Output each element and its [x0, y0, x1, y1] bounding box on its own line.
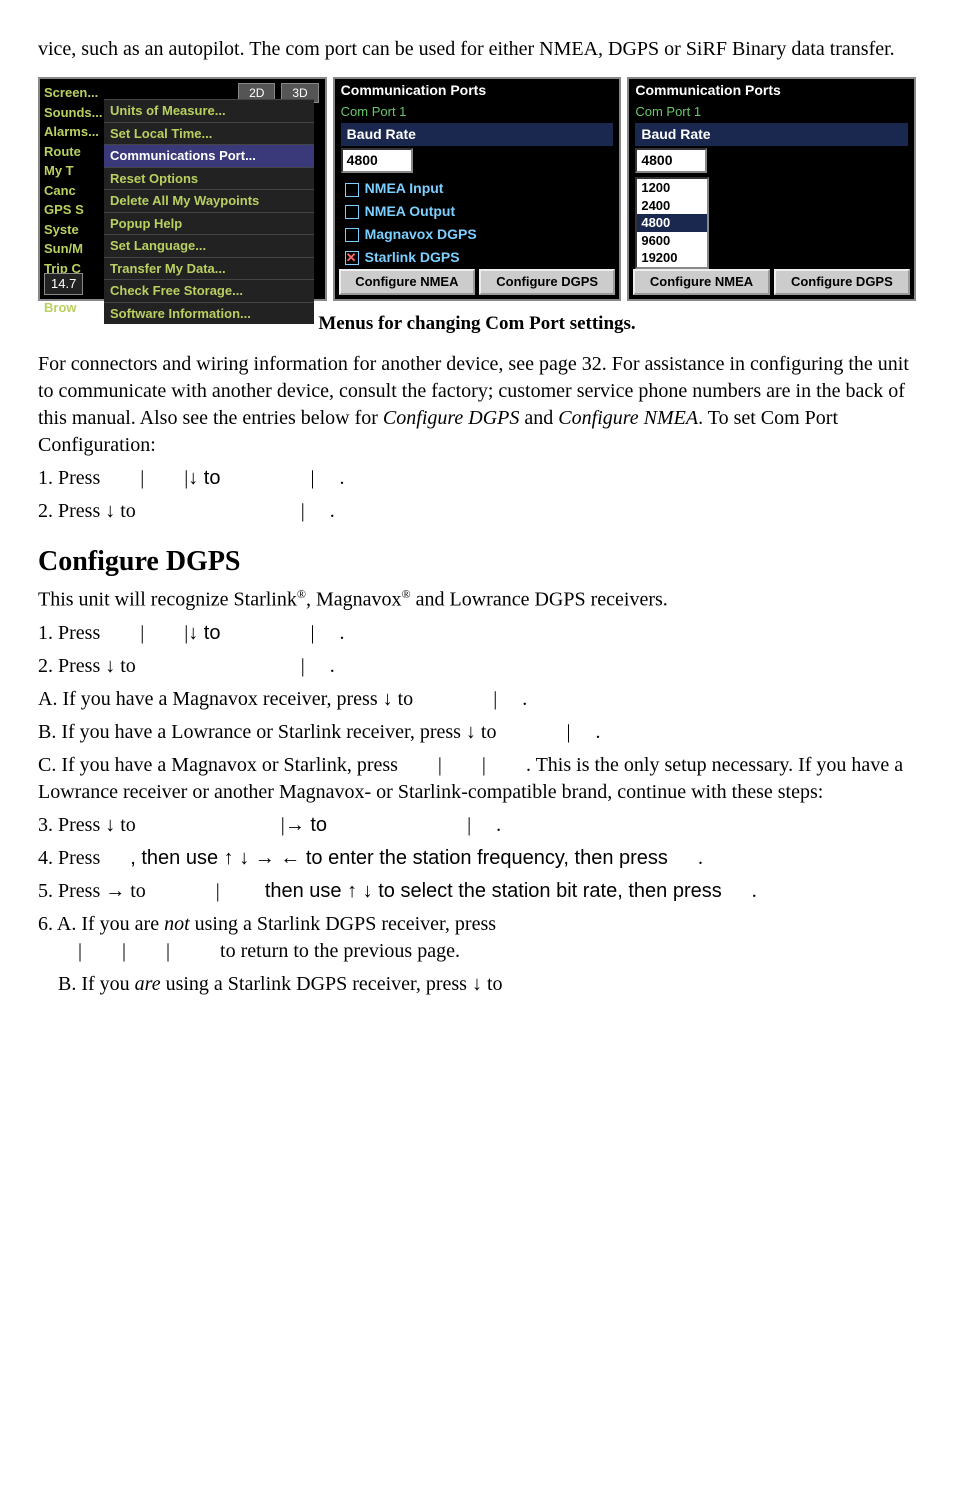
- menu-item[interactable]: Software Information...: [104, 302, 314, 325]
- cd-step-1: 1. Press | |↓ to | .: [38, 620, 916, 647]
- side-item[interactable]: Screen...: [44, 83, 102, 103]
- list-item-selected[interactable]: 4800: [637, 214, 707, 232]
- list-item[interactable]: 19200: [637, 249, 707, 267]
- list-item[interactable]: 2400: [637, 197, 707, 215]
- menu-item[interactable]: Set Local Time...: [104, 122, 314, 145]
- section-heading: Configure DGPS: [38, 543, 916, 581]
- checkbox-icon: [345, 228, 359, 242]
- cd-step-c: C. If you have a Magnavox or Starlink, p…: [38, 752, 916, 806]
- side-item[interactable]: Brow: [44, 298, 102, 318]
- baud-rate-listbox[interactable]: 1200 2400 4800 9600 19200: [635, 177, 709, 269]
- baud-rate-select[interactable]: 4800: [341, 148, 413, 173]
- section-intro: This unit will recognize Starlink®, Magn…: [38, 586, 916, 614]
- checkbox-icon: [345, 183, 359, 197]
- group-label: Com Port 1: [335, 102, 620, 122]
- configure-dgps-button[interactable]: Configure DGPS: [774, 269, 910, 295]
- menu-item[interactable]: Units of Measure...: [104, 99, 314, 122]
- list-item[interactable]: 1200: [637, 179, 707, 197]
- configure-dgps-button[interactable]: Configure DGPS: [479, 269, 615, 295]
- configure-nmea-button[interactable]: Configure NMEA: [339, 269, 475, 295]
- menu-item[interactable]: Delete All My Waypoints: [104, 189, 314, 212]
- screenshot-comport-checks: Communication Ports Com Port 1 Baud Rate…: [333, 77, 622, 301]
- menu-item-communications-port[interactable]: Communications Port...: [104, 144, 314, 167]
- configure-nmea-button[interactable]: Configure NMEA: [633, 269, 769, 295]
- menu-item[interactable]: Popup Help: [104, 212, 314, 235]
- list-item[interactable]: 9600: [637, 232, 707, 250]
- checkbox-icon: [345, 205, 359, 219]
- screenshot-menu: Screen... Sounds... Alarms... Route My T…: [38, 77, 327, 301]
- side-item[interactable]: My T: [44, 161, 102, 181]
- check-nmea-input[interactable]: NMEA Input: [335, 177, 620, 200]
- baud-rate-label: Baud Rate: [635, 123, 908, 146]
- side-item[interactable]: Sun/M: [44, 239, 102, 259]
- checkbox-checked-icon: [345, 251, 359, 265]
- window-title: Communication Ports: [335, 79, 620, 102]
- group-label: Com Port 1: [629, 102, 914, 122]
- cd-step-a: A. If you have a Magnavox receiver, pres…: [38, 686, 916, 713]
- side-item[interactable]: Sounds...: [44, 103, 102, 123]
- cd-step-3: 3. Press ↓ to |→ to | .: [38, 812, 916, 839]
- baud-rate-label: Baud Rate: [341, 123, 614, 146]
- screenshot-comport-baudlist: Communication Ports Com Port 1 Baud Rate…: [627, 77, 916, 301]
- check-nmea-output[interactable]: NMEA Output: [335, 200, 620, 223]
- registered-icon: ®: [402, 587, 411, 601]
- menu-item[interactable]: Check Free Storage...: [104, 279, 314, 302]
- side-item[interactable]: Syste: [44, 220, 102, 240]
- menu-item[interactable]: Reset Options: [104, 167, 314, 190]
- submenu: Units of Measure... Set Local Time... Co…: [104, 99, 314, 324]
- intro-paragraph: vice, such as an autopilot. The com port…: [38, 36, 916, 63]
- baud-rate-select[interactable]: 4800: [635, 148, 707, 173]
- cd-step-6a: 6. A. If you are not using a Starlink DG…: [38, 911, 916, 965]
- registered-icon: ®: [297, 587, 306, 601]
- window-title: Communication Ports: [629, 79, 914, 102]
- check-starlink-dgps[interactable]: Starlink DGPS: [335, 246, 620, 269]
- cd-step-4: 4. Press , then use ↑ ↓ → ← to enter the…: [38, 845, 916, 872]
- step-1: 1. Press | |↓ to | .: [38, 465, 916, 492]
- side-item[interactable]: Alarms...: [44, 122, 102, 142]
- cd-step-6b: B. If you are using a Starlink DGPS rece…: [38, 971, 916, 998]
- side-item[interactable]: GPS S: [44, 200, 102, 220]
- cd-step-2: 2. Press ↓ to | .: [38, 653, 916, 680]
- side-item[interactable]: Canc: [44, 181, 102, 201]
- screenshots-row: Screen... Sounds... Alarms... Route My T…: [38, 77, 916, 301]
- menu-item[interactable]: Transfer My Data...: [104, 257, 314, 280]
- cd-step-b: B. If you have a Lowrance or Starlink re…: [38, 719, 916, 746]
- menu-item[interactable]: Set Language...: [104, 234, 314, 257]
- step-2: 2. Press ↓ to | .: [38, 498, 916, 525]
- body-paragraph: For connectors and wiring information fo…: [38, 351, 916, 459]
- check-magnavox-dgps[interactable]: Magnavox DGPS: [335, 223, 620, 246]
- cd-step-5: 5. Press → to | then use ↑ ↓ to select t…: [38, 878, 916, 905]
- side-item[interactable]: Route: [44, 142, 102, 162]
- status-value: 14.7: [44, 273, 83, 295]
